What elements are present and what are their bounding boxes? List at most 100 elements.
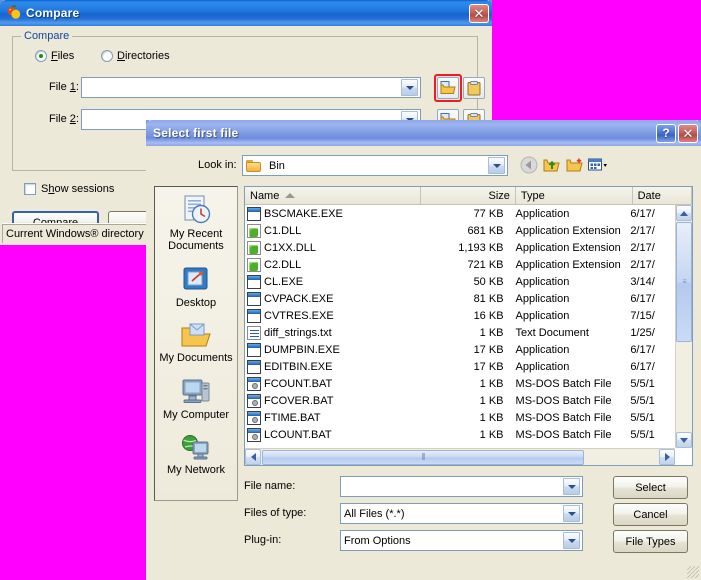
radio-directories[interactable]: Directories (101, 50, 170, 62)
column-header-date-label: Date (637, 189, 661, 202)
place-my-network[interactable]: My Network (155, 427, 237, 482)
show-sessions-checkbox[interactable]: Show sessions (24, 183, 114, 195)
file-size-cell: 1 KB (479, 428, 504, 441)
table-row[interactable]: CL.EXE 50 KB Application 3/14/ (245, 273, 675, 290)
select-file-dialog: Select first file ? ✕ Look in: Bin My Re… (146, 120, 701, 580)
file-type-cell: Application Extension (515, 224, 621, 237)
file-type-cell: Application (515, 292, 570, 305)
column-header-size[interactable]: Size (421, 187, 516, 204)
file-type-cell: Application (515, 309, 570, 322)
file-date-cell: 2/17/ (630, 258, 655, 271)
help-icon[interactable]: ? (656, 123, 676, 143)
chevron-down-icon[interactable] (563, 505, 580, 522)
file-list-vertical-scrollbar[interactable]: ≡ (675, 205, 692, 448)
file-date-cell: 6/17/ (630, 207, 655, 220)
close-icon[interactable]: ✕ (469, 3, 489, 23)
cancel-button[interactable]: Cancel (613, 503, 688, 526)
file-type-cell: MS-DOS Batch File (515, 411, 612, 424)
file-list-horizontal-scrollbar[interactable]: ||| (245, 448, 675, 465)
file-name-cell: diff_strings.txt (245, 325, 418, 340)
select-button[interactable]: Select (613, 476, 688, 499)
chevron-down-icon[interactable] (563, 478, 580, 495)
file-type-cell: MS-DOS Batch File (515, 377, 612, 390)
file1-paste-button[interactable] (463, 77, 485, 99)
exe-icon (247, 308, 261, 323)
file-types-button[interactable]: File Types (613, 530, 688, 553)
scroll-right-button[interactable] (659, 449, 675, 465)
radio-files[interactable]: Files (35, 50, 74, 62)
chevron-down-icon[interactable] (488, 157, 505, 174)
scroll-up-button[interactable] (676, 205, 692, 221)
new-folder-icon[interactable] (564, 154, 586, 176)
file-list-rows: BSCMAKE.EXE 77 KB Application 6/17/C1.DLL 68… (245, 205, 675, 448)
exe-icon (247, 342, 261, 357)
place-my-documents[interactable]: My Documents (155, 315, 237, 370)
plugin-label: Plug-in: (244, 534, 282, 546)
table-row[interactable]: EDITBIN.EXE 17 KB Application 6/17/ (245, 358, 675, 375)
plugin-combo[interactable]: From Options (340, 530, 583, 551)
file-date-cell: 5/5/1 (630, 411, 655, 424)
file-list[interactable]: Name Size Type Date BSCMAKE.EXE 77 KB Appl… (244, 186, 693, 466)
place-my-computer[interactable]: My Computer (155, 370, 237, 427)
table-row[interactable]: FTIME.BAT 1 KB MS-DOS Batch File 5/5/1 (245, 409, 675, 426)
file-size-cell: 77 KB (473, 207, 504, 220)
scroll-grip: ||| (421, 453, 426, 461)
table-row[interactable]: C1.DLL 681 KB Application Extension 2/17/ (245, 222, 675, 239)
bat-icon (247, 393, 261, 408)
chevron-down-icon[interactable] (563, 532, 580, 549)
table-row[interactable]: C1XX.DLL 1,193 KB Application Extension 2/1… (245, 239, 675, 256)
table-row[interactable]: BSCMAKE.EXE 77 KB Application 6/17/ (245, 205, 675, 222)
look-in-value: Bin (269, 159, 285, 172)
resize-grip[interactable] (687, 566, 699, 578)
my-documents-icon (181, 323, 211, 347)
up-one-level-icon[interactable] (541, 154, 563, 176)
table-row[interactable]: C2.DLL 721 KB Application Extension 2/17/ (245, 256, 675, 273)
table-row[interactable]: diff_strings.txt 1 KB Text Document 1/25/ (245, 324, 675, 341)
chevron-down-icon (680, 437, 688, 443)
close-icon[interactable]: ✕ (678, 123, 698, 143)
file1-combo[interactable] (81, 77, 421, 98)
file-name-cell: FTIME.BAT (245, 410, 418, 425)
table-row[interactable]: CVPACK.EXE 81 KB Application 6/17/ (245, 290, 675, 307)
file-name-text: FCOUNT.BAT (264, 377, 333, 390)
files-of-type-label: Files of type: (244, 507, 307, 519)
files-of-type-combo[interactable]: All Files (*.*) (340, 503, 583, 524)
place-desktop[interactable]: Desktop (155, 258, 237, 315)
file-name-cell: FCOVER.BAT (245, 393, 418, 408)
place-label: My Recent Documents (168, 228, 224, 252)
scroll-left-button[interactable] (245, 449, 261, 465)
look-in-row: Look in: Bin (154, 154, 693, 178)
file-name-combo[interactable] (340, 476, 583, 497)
file-size-cell: 721 KB (467, 258, 504, 271)
chevron-down-icon[interactable] (401, 79, 418, 96)
file-name-text: C2.DLL (264, 258, 302, 271)
file-type-cell: Application (515, 343, 570, 356)
chevron-left-icon (250, 453, 256, 461)
status-text: Current Windows® directory (6, 227, 144, 240)
file-date-cell: 1/25/ (630, 326, 655, 339)
column-header-type[interactable]: Type (516, 187, 633, 204)
table-row[interactable]: DUMPBIN.EXE 17 KB Application 6/17/ (245, 341, 675, 358)
table-row[interactable]: CVTRES.EXE 16 KB Application 7/15/ (245, 307, 675, 324)
file1-label: File 1: (49, 81, 79, 93)
table-row[interactable]: FCOUNT.BAT 1 KB MS-DOS Batch File 5/5/1 (245, 375, 675, 392)
file-type-cell: Application Extension (515, 258, 621, 271)
file-type-cell: MS-DOS Batch File (515, 428, 612, 441)
views-icon[interactable] (587, 154, 609, 176)
horizontal-scroll-thumb[interactable]: ||| (262, 449, 584, 465)
place-my-recent-documents[interactable]: My Recent Documents (155, 187, 237, 258)
column-header-date[interactable]: Date (633, 187, 692, 204)
table-row[interactable]: LCOUNT.BAT 1 KB MS-DOS Batch File 5/5/1 (245, 426, 675, 443)
file-list-header: Name Size Type Date (245, 187, 692, 205)
table-row[interactable]: FCOVER.BAT 1 KB MS-DOS Batch File 5/5/1 (245, 392, 675, 409)
back-icon[interactable] (518, 154, 540, 176)
column-header-name[interactable]: Name (245, 187, 421, 204)
sort-ascending-icon (285, 193, 296, 198)
look-in-combo[interactable]: Bin (242, 155, 508, 176)
vertical-scroll-thumb[interactable]: ≡ (676, 222, 692, 342)
select-file-title-bar[interactable]: Select first file ? ✕ (146, 120, 701, 146)
compare-title-bar[interactable]: Compare ✕ (0, 0, 492, 26)
scroll-down-button[interactable] (676, 432, 692, 448)
file-date-cell: 6/17/ (630, 360, 655, 373)
compare-group-legend: Compare (21, 30, 73, 42)
